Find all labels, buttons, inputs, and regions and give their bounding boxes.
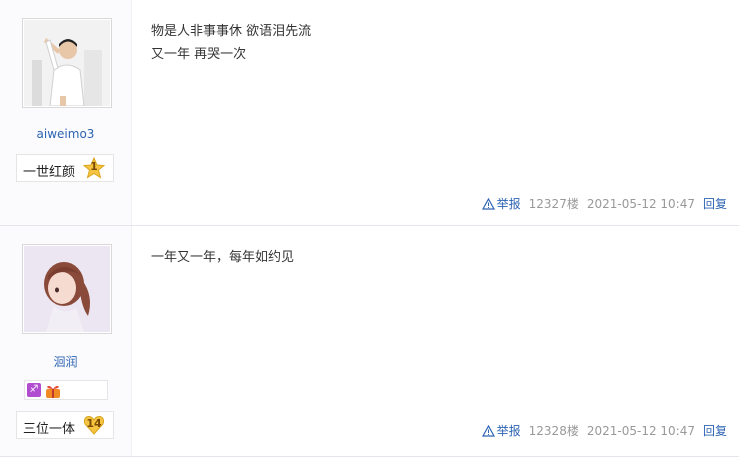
level-number: 1	[90, 160, 98, 173]
warning-icon	[481, 424, 495, 437]
level-name: 一世红颜	[23, 165, 76, 180]
user-avatar[interactable]	[22, 244, 112, 334]
floor-number: 12327楼	[528, 197, 579, 211]
reply-button[interactable]: 回复	[703, 422, 727, 439]
user-avatar[interactable]	[22, 18, 112, 108]
post-content: 物是人非事事休 欲语泪先流 又一年 再哭一次	[151, 20, 311, 66]
post-tail: 举报 12327楼 2021-05-12 10:47 回复	[481, 195, 727, 212]
report-label: 举报	[496, 424, 521, 438]
username-link[interactable]: 洄润	[0, 353, 131, 370]
content-line: 物是人非事事休 欲语泪先流	[151, 24, 312, 39]
floor-number: 12328楼	[528, 424, 579, 438]
report-label: 举报	[496, 197, 521, 211]
report-button[interactable]: 举报	[481, 422, 521, 439]
content-line: 又一年 再哭一次	[151, 47, 247, 62]
level-badge[interactable]: 一世红颜 1	[16, 154, 114, 182]
avatar-girl-anime-icon	[24, 246, 110, 332]
warning-icon	[481, 197, 495, 210]
username-link[interactable]: aiweimo3	[0, 127, 131, 141]
report-button[interactable]: 举报	[481, 195, 521, 212]
reply-button[interactable]: 回复	[703, 195, 727, 212]
avatar-boy-saluting-icon	[24, 20, 110, 106]
post-floor-12327: aiweimo3 一世红颜 1 物是人非事事休 欲语泪先流 又一年 再哭一次 举…	[0, 0, 739, 226]
post-time: 2021-05-12 10:47	[586, 423, 695, 438]
post-tail: 举报 12328楼 2021-05-12 10:47 回复	[481, 422, 727, 439]
post-time: 2021-05-12 10:47	[586, 196, 695, 211]
level-star-icon: 1	[82, 156, 106, 179]
